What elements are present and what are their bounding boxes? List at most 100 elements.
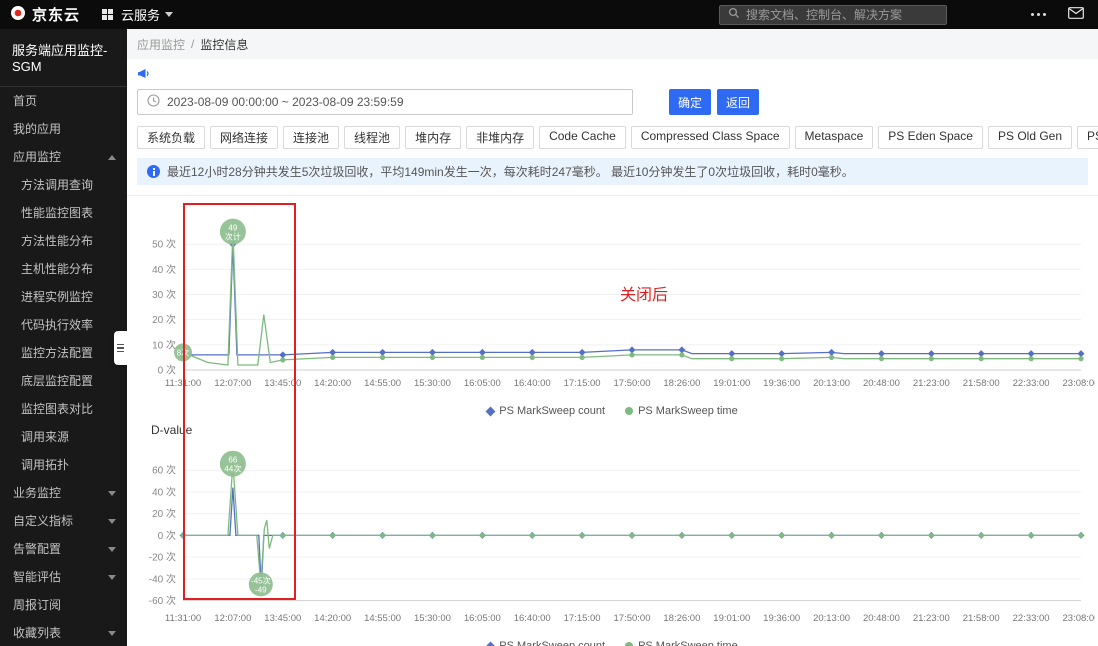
svg-text:次计: 次计	[225, 232, 241, 242]
svg-text:22:33:00: 22:33:00	[1013, 378, 1050, 389]
legend-count[interactable]: PS MarkSweep count	[487, 640, 605, 646]
svg-text:19:01:00: 19:01:00	[713, 613, 750, 624]
svg-text:18:26:00: 18:26:00	[663, 613, 700, 624]
svg-text:16:05:00: 16:05:00	[464, 613, 501, 624]
dvalue-chart-block: -60 次-40 次-20 次0 次20 次40 次60 次11:31:0012…	[127, 439, 1098, 646]
gc-chart-legend: PS MarkSweep count PS MarkSweep time	[127, 403, 1098, 419]
tab-heap[interactable]: 堆内存	[405, 126, 461, 149]
sidebar-item-chart-compare[interactable]: 监控图表对比	[0, 395, 127, 423]
back-button[interactable]: 返回	[717, 89, 759, 115]
tab-ps-old-gen[interactable]: PS Old Gen	[988, 126, 1072, 149]
brand[interactable]: 京东云	[10, 4, 80, 25]
svg-text:10 次: 10 次	[152, 338, 176, 351]
tab-thread-pool[interactable]: 线程池	[344, 126, 400, 149]
chevron-down-icon	[108, 547, 116, 552]
sidebar-item-monitor-method-config[interactable]: 监控方法配置	[0, 339, 127, 367]
tab-ps-survivor-space[interactable]: PS Survivor Space	[1077, 126, 1098, 149]
legend-time[interactable]: PS MarkSweep time	[625, 640, 738, 646]
tab-conn-pool[interactable]: 连接池	[283, 126, 339, 149]
legend-time[interactable]: PS MarkSweep time	[625, 405, 738, 417]
chevron-down-icon	[165, 12, 173, 17]
svg-text:0 次: 0 次	[158, 364, 176, 377]
info-icon	[147, 165, 160, 178]
svg-text:16:05:00: 16:05:00	[464, 378, 501, 389]
svg-text:16:40:00: 16:40:00	[514, 378, 551, 389]
svg-text:20 次: 20 次	[152, 313, 176, 326]
dvalue-line-chart[interactable]: -60 次-40 次-20 次0 次20 次40 次60 次11:31:0012…	[127, 439, 1098, 638]
svg-text:50 次: 50 次	[152, 238, 176, 251]
tab-ps-eden-space[interactable]: PS Eden Space	[878, 126, 983, 149]
svg-text:-60 次: -60 次	[149, 594, 176, 607]
top-bar: 京东云 云服务 搜索文档、控制台、解决方案	[0, 0, 1098, 29]
sidebar-item-custom-metrics[interactable]: 自定义指标	[0, 507, 127, 535]
svg-text:21:23:00: 21:23:00	[913, 613, 950, 624]
svg-text:14:20:00: 14:20:00	[314, 613, 351, 624]
sidebar-item-process-instance[interactable]: 进程实例监控	[0, 283, 127, 311]
tab-system-load[interactable]: 系统负载	[137, 126, 205, 149]
tab-metaspace[interactable]: Metaspace	[795, 126, 874, 149]
svg-text:11:31:00: 11:31:00	[165, 378, 201, 389]
svg-text:14:20:00: 14:20:00	[314, 378, 351, 389]
sidebar: 服务端应用监控-SGM 首页 我的应用 应用监控 方法调用查询 性能监控图表 方…	[0, 29, 127, 646]
global-search-input[interactable]: 搜索文档、控制台、解决方案	[719, 5, 947, 25]
time-toolbar: 2023-08-09 00:00:00 ~ 2023-08-09 23:59:5…	[137, 89, 1098, 115]
sidebar-item-my-apps[interactable]: 我的应用	[0, 115, 127, 143]
sidebar-item-smart-eval[interactable]: 智能评估	[0, 563, 127, 591]
clock-icon	[147, 94, 160, 110]
svg-text:17:15:00: 17:15:00	[564, 613, 601, 624]
svg-text:30 次: 30 次	[152, 288, 176, 301]
tab-code-cache[interactable]: Code Cache	[539, 126, 626, 149]
gc-line-chart[interactable]: 0 次10 次20 次30 次40 次50 次11:31:0012:07:001…	[127, 198, 1098, 403]
sidebar-item-method-perf-dist[interactable]: 方法性能分布	[0, 227, 127, 255]
sidebar-item-business-monitor[interactable]: 业务监控	[0, 479, 127, 507]
sidebar-item-weekly-report[interactable]: 周报订阅	[0, 591, 127, 619]
svg-text:44次: 44次	[224, 464, 241, 474]
svg-text:12:07:00: 12:07:00	[214, 613, 251, 624]
apps-grid-icon[interactable]	[102, 9, 113, 20]
mail-icon[interactable]	[1068, 7, 1084, 22]
tab-nonheap[interactable]: 非堆内存	[466, 126, 534, 149]
legend-count[interactable]: PS MarkSweep count	[487, 405, 605, 417]
gc-summary-banner: 最近12小时28分钟共发生5次垃圾回收，平均149min发生一次，每次耗时247…	[137, 158, 1088, 185]
diamond-marker-icon	[486, 406, 496, 416]
cloud-services-menu[interactable]: 云服务	[121, 5, 173, 24]
svg-text:23:08:00: 23:08:00	[1063, 613, 1095, 624]
tab-network-conn[interactable]: 网络连接	[210, 126, 278, 149]
svg-text:14:55:00: 14:55:00	[364, 378, 401, 389]
sidebar-item-perf-charts[interactable]: 性能监控图表	[0, 199, 127, 227]
svg-text:22:33:00: 22:33:00	[1013, 613, 1050, 624]
sidebar-item-app-monitor[interactable]: 应用监控	[0, 143, 127, 171]
svg-text:21:58:00: 21:58:00	[963, 613, 1000, 624]
brand-name: 京东云	[32, 4, 80, 25]
sidebar-item-call-topology[interactable]: 调用拓扑	[0, 451, 127, 479]
svg-text:20:48:00: 20:48:00	[863, 378, 900, 389]
svg-text:0 次: 0 次	[158, 529, 176, 542]
svg-text:19:36:00: 19:36:00	[763, 378, 800, 389]
datetime-range-input[interactable]: 2023-08-09 00:00:00 ~ 2023-08-09 23:59:5…	[137, 89, 633, 115]
announcement-icon[interactable]	[137, 70, 152, 84]
sidebar-item-method-call-query[interactable]: 方法调用查询	[0, 171, 127, 199]
svg-text:49: 49	[228, 224, 237, 233]
svg-text:60 次: 60 次	[152, 464, 176, 477]
svg-text:11:31:00: 11:31:00	[165, 613, 201, 624]
confirm-button[interactable]: 确定	[669, 89, 711, 115]
svg-text:19:01:00: 19:01:00	[713, 378, 750, 389]
svg-text:15:30:00: 15:30:00	[414, 378, 451, 389]
more-icon[interactable]	[1031, 13, 1046, 16]
datetime-range-value: 2023-08-09 00:00:00 ~ 2023-08-09 23:59:5…	[167, 95, 404, 109]
sidebar-item-favorites[interactable]: 收藏列表	[0, 619, 127, 646]
breadcrumb-parent[interactable]: 应用监控	[137, 36, 185, 53]
svg-text:20 次: 20 次	[152, 507, 176, 520]
sidebar-item-call-source[interactable]: 调用来源	[0, 423, 127, 451]
gc-summary-text: 最近12小时28分钟共发生5次垃圾回收，平均149min发生一次，每次耗时247…	[167, 163, 854, 180]
sidebar-item-base-monitor-config[interactable]: 底层监控配置	[0, 367, 127, 395]
tab-compressed-class-space[interactable]: Compressed Class Space	[631, 126, 790, 149]
sidebar-collapse-handle[interactable]	[114, 331, 127, 365]
dvalue-label: D-value	[151, 423, 1098, 437]
breadcrumb: 应用监控 / 监控信息	[127, 29, 1098, 59]
sidebar-item-alert-config[interactable]: 告警配置	[0, 535, 127, 563]
sidebar-item-host-perf-dist[interactable]: 主机性能分布	[0, 255, 127, 283]
diamond-marker-icon	[486, 641, 496, 646]
sidebar-item-home[interactable]: 首页	[0, 87, 127, 115]
sidebar-item-code-efficiency[interactable]: 代码执行效率	[0, 311, 127, 339]
